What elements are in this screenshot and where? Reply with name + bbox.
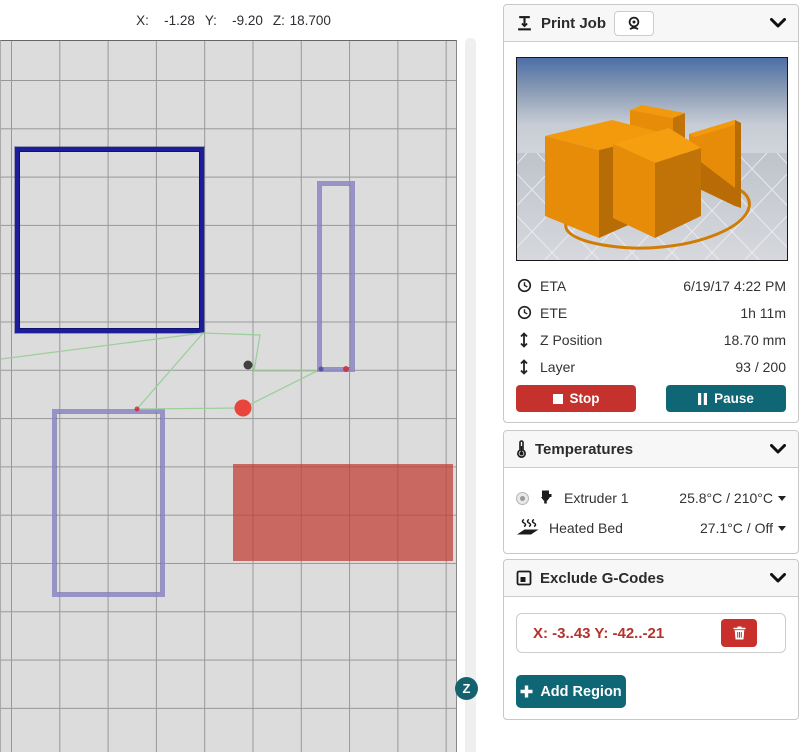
caret-down-icon <box>778 496 786 501</box>
plus-icon <box>520 685 533 698</box>
webcam-toggle-button[interactable] <box>614 11 654 36</box>
webcam-icon <box>626 16 642 31</box>
collapse-chevron-icon[interactable] <box>770 444 786 454</box>
z-position-label: Z Position <box>540 332 602 348</box>
z-value: 18.700 <box>285 13 331 28</box>
collapse-chevron-icon[interactable] <box>770 18 786 28</box>
temperatures-panel: Temperatures Extruder 1 25.8°C / 210°C <box>503 430 799 554</box>
z-position-value: 18.70 mm <box>724 332 786 348</box>
heated-bed-label: Heated Bed <box>549 520 623 536</box>
exclude-gcodes-body: X: -3..43 Y: -42..-21 Add Region <box>504 597 798 720</box>
temperatures-title: Temperatures <box>535 441 633 458</box>
exclude-gcodes-title: Exclude G-Codes <box>540 570 664 587</box>
extruder-icon <box>538 489 555 508</box>
up-down-icon <box>516 359 532 375</box>
ete-value: 1h 11m <box>740 305 786 321</box>
stop-icon <box>553 394 563 404</box>
add-region-button[interactable]: Add Region <box>516 675 626 708</box>
extruder-label: Extruder 1 <box>564 490 629 506</box>
z-label: Z: <box>273 13 285 28</box>
print-job-header[interactable]: Print Job <box>504 5 798 42</box>
eta-row: ETA 6/19/17 4:22 PM <box>516 272 786 299</box>
y-value: -9.20 <box>217 13 263 28</box>
extrusion-marker <box>319 367 324 372</box>
print-bed-canvas[interactable] <box>0 40 457 752</box>
previous-position-dot <box>244 361 253 370</box>
extruder-radio[interactable] <box>516 492 529 505</box>
stop-button[interactable]: Stop <box>516 385 636 412</box>
caret-down-icon <box>778 526 786 531</box>
exclude-gcodes-panel: Exclude G-Codes X: -3..43 Y: -42..-21 Ad… <box>503 559 799 720</box>
pause-button[interactable]: Pause <box>666 385 786 412</box>
print-job-stats: ETA 6/19/17 4:22 PM ETE 1h 11m Z Positio… <box>516 272 786 380</box>
delete-region-button[interactable] <box>721 619 757 647</box>
position-readout: X: -1.28 Y: -9.20 Z: 18.700 <box>0 0 457 40</box>
temperatures-header[interactable]: Temperatures <box>504 431 798 468</box>
z-position-row: Z Position 18.70 mm <box>516 326 786 353</box>
trash-icon <box>733 626 746 640</box>
retraction-marker <box>343 366 349 372</box>
clock-icon <box>516 278 532 293</box>
eta-value: 6/19/17 4:22 PM <box>683 278 786 294</box>
retraction-marker <box>135 407 140 412</box>
eta-label: ETA <box>540 278 566 294</box>
extruder-temp-dropdown[interactable]: 25.8°C / 210°C <box>679 490 786 506</box>
app-window: X: -1.28 Y: -9.20 Z: 18.700 Z <box>0 0 802 752</box>
heated-bed-temp-dropdown[interactable]: 27.1°C / Off <box>700 520 786 536</box>
z-slider-handle[interactable]: Z <box>455 677 478 700</box>
heated-bed-row: Heated Bed 27.1°C / Off <box>516 513 786 543</box>
x-value: -1.28 <box>149 13 195 28</box>
print-job-panel: Print Job <box>503 4 799 423</box>
toolpath-overlay <box>1 41 458 752</box>
excluded-region-list-item[interactable]: X: -3..43 Y: -42..-21 <box>516 613 786 653</box>
print-job-icon <box>516 15 533 32</box>
layer-label: Layer <box>540 359 575 375</box>
heated-bed-icon <box>516 518 540 539</box>
z-handle-label: Z <box>463 681 471 696</box>
print-job-title: Print Job <box>541 15 606 32</box>
x-label: X: <box>136 13 149 28</box>
extruder-row: Extruder 1 25.8°C / 210°C <box>516 483 786 513</box>
ete-row: ETE 1h 11m <box>516 299 786 326</box>
temperatures-body: Extruder 1 25.8°C / 210°C Heated Bed 27.… <box>504 468 798 555</box>
nozzle-position-dot <box>235 400 252 417</box>
collapse-chevron-icon[interactable] <box>770 573 786 583</box>
print-preview-image <box>516 57 788 261</box>
thermometer-icon <box>516 440 527 458</box>
ete-label: ETE <box>540 305 567 321</box>
exclude-region-icon <box>516 570 532 586</box>
layer-value: 93 / 200 <box>735 359 786 375</box>
clock-icon <box>516 305 532 320</box>
excluded-region-coords: X: -3..43 Y: -42..-21 <box>533 625 664 642</box>
z-slider-track[interactable] <box>465 38 476 752</box>
exclude-gcodes-header[interactable]: Exclude G-Codes <box>504 560 798 597</box>
up-down-icon <box>516 332 532 348</box>
print-job-body: ETA 6/19/17 4:22 PM ETE 1h 11m Z Positio… <box>504 42 798 424</box>
pause-icon <box>698 393 707 405</box>
y-label: Y: <box>205 13 217 28</box>
layer-row: Layer 93 / 200 <box>516 353 786 380</box>
